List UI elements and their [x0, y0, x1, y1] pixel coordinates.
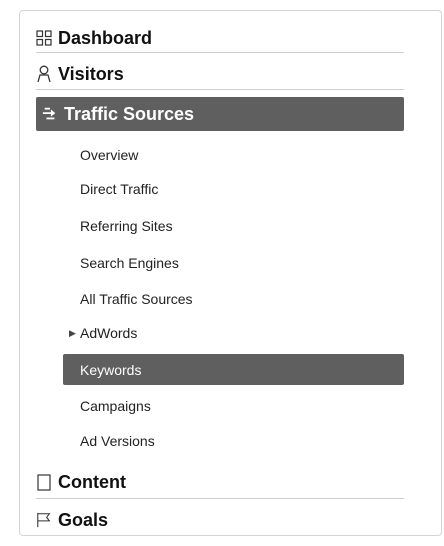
- nav-item-label: All Traffic Sources: [80, 291, 193, 307]
- nav-item-label: Ad Versions: [80, 433, 155, 449]
- nav-section-label: Content: [58, 471, 126, 492]
- nav-section-visitors[interactable]: Visitors: [36, 59, 404, 90]
- nav-item-label: Overview: [80, 147, 139, 163]
- nav-section-dashboard[interactable]: Dashboard: [36, 24, 404, 53]
- arrows-icon: [42, 106, 58, 122]
- nav-item-label: AdWords: [80, 325, 138, 341]
- nav-item-label: Campaigns: [80, 398, 151, 414]
- nav-item-direct-traffic[interactable]: Direct Traffic: [80, 181, 158, 197]
- flag-icon: [36, 512, 52, 528]
- nav-item-campaigns[interactable]: Campaigns: [80, 398, 151, 414]
- nav-section-traffic-sources[interactable]: Traffic Sources: [36, 97, 404, 131]
- person-icon: [36, 65, 52, 83]
- document-icon: [36, 473, 52, 491]
- nav-section-goals[interactable]: Goals: [36, 505, 404, 535]
- nav-item-label: Search Engines: [80, 255, 179, 271]
- nav-section-content[interactable]: Content: [36, 466, 404, 499]
- nav-item-adwords[interactable]: AdWords: [80, 325, 137, 341]
- nav-item-overview[interactable]: Overview: [80, 147, 138, 163]
- nav-item-label: Keywords: [80, 362, 142, 378]
- nav-item-keywords[interactable]: Keywords: [80, 362, 141, 378]
- nav-section-label: Traffic Sources: [64, 103, 195, 124]
- nav-item-all-traffic-sources[interactable]: All Traffic Sources: [80, 291, 193, 307]
- nav-item-label: Direct Traffic: [80, 181, 159, 197]
- nav-item-ad-versions[interactable]: Ad Versions: [80, 433, 155, 449]
- expand-arrow-icon[interactable]: ▶: [69, 328, 76, 339]
- nav-item-search-engines[interactable]: Search Engines: [80, 255, 179, 271]
- nav-item-label: Referring Sites: [80, 218, 173, 234]
- nav-section-label: Goals: [58, 509, 109, 530]
- nav-item-referring-sites[interactable]: Referring Sites: [80, 218, 173, 234]
- grid-icon: [36, 30, 52, 46]
- nav-section-label: Visitors: [58, 63, 124, 84]
- nav-section-label: Dashboard: [58, 27, 153, 48]
